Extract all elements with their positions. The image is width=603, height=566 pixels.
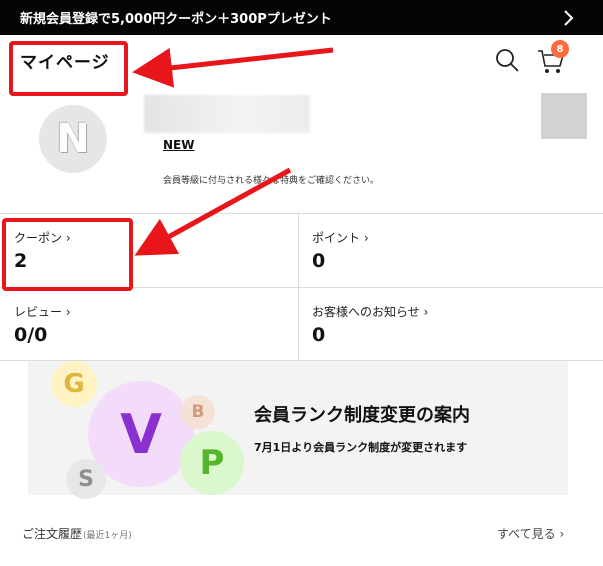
stat-label: お客様へのお知らせ › <box>312 305 429 319</box>
page-header: マイページ <box>0 35 603 87</box>
stat-value: 0/0 <box>14 324 48 346</box>
promo-bar[interactable]: 新規会員登録で5,000円クーポン＋300Pプレゼント <box>0 0 603 35</box>
member-rank-description: 会員等級に付与される様々な特典をご確認ください。 <box>163 176 380 186</box>
avatar: N <box>39 105 107 173</box>
stat-label: ポイント › <box>312 231 369 245</box>
profile-section: N NEW 会員等級に付与される様々な特典をご確認ください。 <box>0 87 603 213</box>
stats-grid: クーポン › 2 ポイント › 0 レビュー › 0/0 お客様へのお知らせ ›… <box>0 213 603 361</box>
search-icon[interactable] <box>494 47 520 73</box>
see-all-link[interactable]: すべて見る › <box>497 525 564 542</box>
cart-count-badge: 8 <box>551 40 569 58</box>
user-name-blurred <box>144 95 310 133</box>
avatar-letter: N <box>56 116 90 162</box>
stat-label: クーポン › <box>14 231 71 245</box>
stat-reviews[interactable]: レビュー › 0/0 <box>0 288 298 361</box>
banner-subtitle: 7月1日より会員ランク制度が変更されます <box>254 441 468 454</box>
rank-badge-b: B <box>181 395 215 429</box>
stat-notices[interactable]: お客様へのお知らせ › 0 <box>299 288 597 361</box>
rank-badge-p: P <box>180 431 244 495</box>
stat-label: レビュー › <box>14 305 71 319</box>
user-thumbnail-blurred <box>541 93 587 139</box>
stat-value: 0 <box>312 324 326 346</box>
order-history-title: ご注文履歴(最近1ヶ月) <box>22 525 132 542</box>
page-title: マイページ <box>20 53 110 73</box>
order-history-period: (最近1ヶ月) <box>83 531 132 541</box>
chevron-right-icon <box>564 10 574 26</box>
stat-coupon[interactable]: クーポン › 2 <box>0 214 298 287</box>
stat-value: 2 <box>14 250 28 272</box>
banner-title: 会員ランク制度変更の案内 <box>254 405 470 426</box>
rank-change-banner[interactable]: G V B P S 会員ランク制度変更の案内 7月1日より会員ランク制度が変更さ… <box>28 361 568 499</box>
stat-points[interactable]: ポイント › 0 <box>299 214 597 287</box>
divider <box>0 287 603 288</box>
order-history-label: ご注文履歴 <box>22 527 83 541</box>
promo-text: 新規会員登録で5,000円クーポン＋300Pプレゼント <box>20 12 332 27</box>
rank-badge-s: S <box>66 459 106 499</box>
order-history-section: ご注文履歴(最近1ヶ月) すべて見る › <box>0 495 603 566</box>
stat-value: 0 <box>312 250 326 272</box>
member-rank-link[interactable]: NEW <box>163 138 194 152</box>
rank-badge-g: G <box>51 361 97 407</box>
